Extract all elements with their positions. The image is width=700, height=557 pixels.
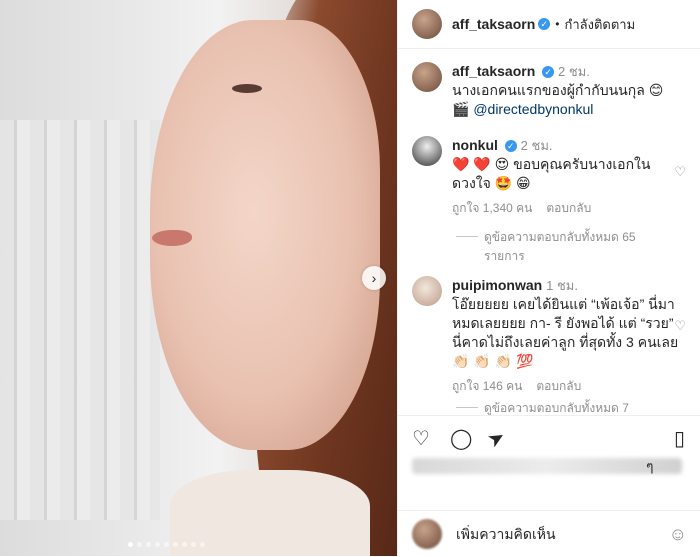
caption-author[interactable]: aff_taksaorn [452, 63, 535, 79]
comment-bubble-icon[interactable]: ◯ [450, 426, 472, 451]
carousel-dot [137, 542, 142, 547]
carousel-dot [200, 542, 205, 547]
commenter-avatar[interactable] [412, 136, 442, 166]
carousel-dot [191, 542, 196, 547]
next-photo-button[interactable]: › [362, 266, 386, 290]
comment-time: 1 ชม. [546, 278, 578, 293]
caption-author-avatar[interactable] [412, 62, 442, 92]
like-heart-icon[interactable]: ♡ [412, 426, 430, 451]
post-action-bar: ♡ ◯ ➤ ▯ [398, 415, 700, 456]
add-comment-row: ☺ [398, 510, 700, 557]
view-replies-text: ดูข้อความตอบกลับทั้งหมด 65 รายการ [484, 230, 636, 263]
carousel-dots [128, 542, 205, 547]
verified-badge-icon: ✓ [504, 140, 517, 153]
post-photo[interactable]: › [0, 0, 397, 556]
comment-likes[interactable]: ถูกใจ 1,340 คน [452, 199, 532, 218]
chevron-right-icon: › [371, 270, 377, 286]
verified-badge-icon: ✓ [542, 66, 555, 79]
lips-shape [152, 230, 192, 246]
share-paper-plane-icon[interactable]: ➤ [483, 423, 510, 453]
caption-text: นางเอกคนแรกของผู้กำกับนนกุล 😊 [452, 82, 664, 98]
caption-time: 2 ชม. [558, 64, 590, 79]
post-side-panel: aff_taksaorn ✓ • กำลังติดตาม aff_taksaor… [397, 0, 700, 556]
comment-likes[interactable]: ถูกใจ 146 คน [452, 377, 522, 396]
comment-time: 2 ชม. [520, 138, 553, 153]
commenter-avatar[interactable] [412, 276, 442, 306]
caption: aff_taksaorn ✓ 2 ชม. นางเอกคนแรกของผู้กำ… [412, 62, 692, 119]
post-header: aff_taksaorn ✓ • กำลังติดตาม [398, 0, 700, 49]
comment-text: ❤️ ❤️ 😍 ขอบคุณครับนางเอกในดวงใจ 🤩 😁 [452, 156, 651, 191]
comment-text: โอ๊ยยยยย เคยได้ยินแต่ “เพ้อเจ้อ” นี่มาหม… [452, 296, 679, 369]
author-avatar[interactable] [412, 9, 442, 39]
reply-button[interactable]: ตอบกลับ [536, 377, 581, 396]
carousel-dot [155, 542, 160, 547]
likes-summary-blurred [412, 458, 682, 474]
carousel-dot [173, 542, 178, 547]
carousel-dot [146, 542, 151, 547]
like-comment-icon[interactable]: ♡ [674, 164, 686, 180]
add-comment-input[interactable] [454, 525, 618, 543]
header-separator: • [555, 17, 560, 31]
credit-mention-link[interactable]: @directedbynonkul [473, 101, 593, 117]
reply-line [456, 236, 478, 237]
comment-item: nonkul ✓ 2 ชม. ❤️ ❤️ 😍 ขอบคุณครับนางเอกใ… [412, 136, 692, 218]
carousel-dot [182, 542, 187, 547]
save-bookmark-icon[interactable]: ▯ [674, 426, 685, 451]
verified-badge-icon: ✓ [538, 18, 551, 30]
carousel-dot [164, 542, 169, 547]
comment-item: puipimonwan 1 ชม. โอ๊ยยยยย เคยได้ยินแต่ … [412, 276, 692, 396]
comment-author[interactable]: nonkul [452, 137, 498, 153]
reply-button[interactable]: ตอบกลับ [546, 199, 591, 218]
current-user-avatar [412, 519, 442, 549]
reply-line [456, 407, 478, 408]
background-curtain [0, 120, 160, 520]
follow-status-button[interactable]: กำลังติดตาม [564, 14, 635, 35]
comment-author[interactable]: puipimonwan [452, 277, 542, 293]
like-comment-icon[interactable]: ♡ [674, 318, 686, 334]
carousel-dot [128, 542, 133, 547]
author-username[interactable]: aff_taksaorn [452, 16, 535, 32]
likes-summary-tail: ๆ [646, 458, 654, 474]
view-replies-button[interactable]: ดูข้อความตอบกลับทั้งหมด 65 รายการ [456, 228, 676, 266]
clapperboard-icon: 🎬 [452, 101, 470, 117]
eye-shape [232, 84, 262, 93]
emoji-picker-icon[interactable]: ☺ [669, 524, 687, 545]
